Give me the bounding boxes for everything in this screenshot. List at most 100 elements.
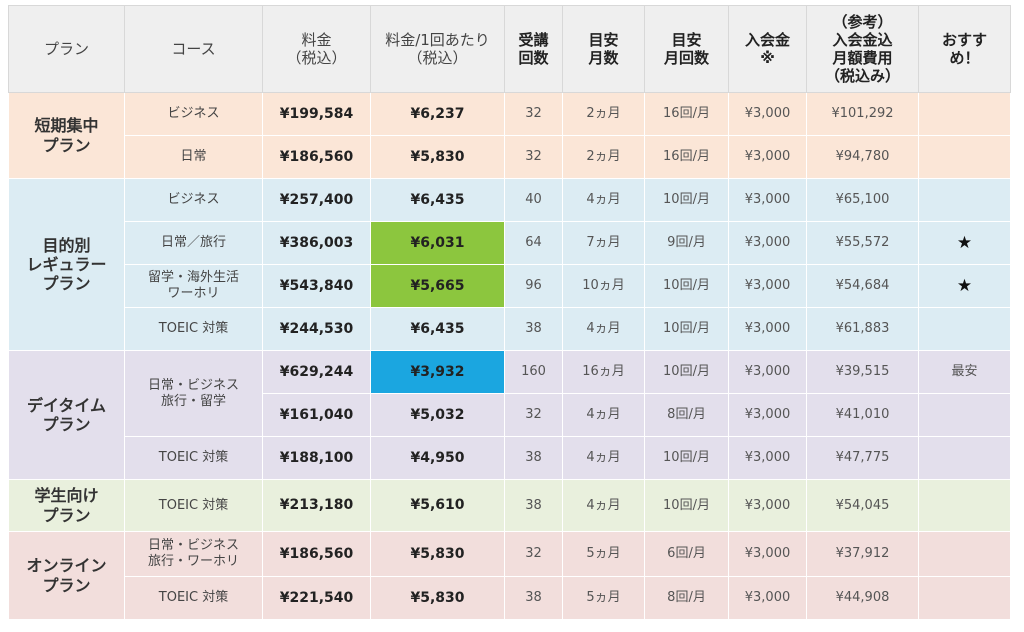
months-cell: 4ヵ月 bbox=[562, 307, 645, 351]
header-plan: プラン bbox=[8, 5, 125, 93]
fee-cell: ¥161,040 bbox=[262, 393, 371, 437]
plan-name-cell: 学生向け プラン bbox=[8, 479, 125, 532]
months-cell: 4ヵ月 bbox=[562, 479, 645, 532]
course-cell: TOEIC 対策 bbox=[124, 576, 263, 620]
monthly-times-cell: 8回/月 bbox=[644, 576, 729, 620]
admission-cell: ¥3,000 bbox=[728, 531, 807, 577]
fee-cell: ¥257,400 bbox=[262, 178, 371, 222]
recommend-cell bbox=[918, 393, 1011, 437]
table-row: TOEIC 対策 ¥188,100 ¥4,950 38 4ヵ月 10回/月 ¥3,000 ¥4… bbox=[9, 436, 1011, 480]
monthly-times-cell: 16回/月 bbox=[644, 135, 729, 179]
table-row: 短期集中 プラン ビジネス ¥199,584 ¥6,237 32 2ヵ月 16回/月 ¥3,00… bbox=[8, 92, 1011, 179]
fee-per-lesson-cell: ¥6,435 bbox=[370, 307, 505, 351]
recommend-cell bbox=[918, 135, 1011, 179]
header-months: 目安 月数 bbox=[562, 5, 645, 93]
course-cell: 留学・海外生活 ワーホリ bbox=[124, 264, 263, 308]
recommend-cell: 最安 bbox=[918, 350, 1011, 394]
monthly-ref-cell: ¥65,100 bbox=[806, 178, 919, 222]
monthly-ref-cell: ¥55,572 bbox=[806, 221, 919, 265]
fee-per-lesson-cell: ¥6,237 bbox=[370, 92, 505, 136]
months-cell: 10ヵ月 bbox=[562, 264, 645, 308]
table-row: TOEIC 対策 ¥244,530 ¥6,435 38 4ヵ月 10回/月 ¥3,000 ¥6… bbox=[9, 307, 1011, 351]
fee-cell: ¥188,100 bbox=[262, 436, 371, 480]
header-fee-per-lesson: 料金/1回あたり （税込） bbox=[370, 5, 505, 93]
course-cell: TOEIC 対策 bbox=[124, 307, 263, 351]
months-cell: 4ヵ月 bbox=[562, 436, 645, 480]
monthly-ref-cell: ¥61,883 bbox=[806, 307, 919, 351]
fee-cell: ¥213,180 bbox=[262, 479, 371, 532]
table-row: TOEIC 対策 ¥221,540 ¥5,830 38 5ヵ月 8回/月 ¥3,000 ¥44… bbox=[9, 576, 1011, 620]
monthly-times-cell: 10回/月 bbox=[644, 264, 729, 308]
recommend-star-icon: ★ bbox=[918, 264, 1011, 308]
header-admission: 入会金 ※ bbox=[728, 5, 807, 93]
recommend-cell bbox=[918, 479, 1011, 532]
months-cell: 5ヵ月 bbox=[562, 531, 645, 577]
lessons-cell: 40 bbox=[504, 178, 563, 222]
admission-cell: ¥3,000 bbox=[728, 393, 807, 437]
recommend-star-icon: ★ bbox=[918, 221, 1011, 265]
header-row: プラン コース 料金 （税込） 料金/1回あたり （税込） 受講 回数 目安 月数 目安… bbox=[8, 5, 1011, 93]
months-cell: 4ヵ月 bbox=[562, 178, 645, 222]
table-row: 学生向け プラン TOEIC 対策 ¥213,180 ¥5,610 38 4ヵ月 10回/月 ¥… bbox=[8, 479, 1011, 532]
lessons-cell: 160 bbox=[504, 350, 563, 394]
fee-cell: ¥221,540 bbox=[262, 576, 371, 620]
lessons-cell: 32 bbox=[504, 393, 563, 437]
table-row: 目的別 レギュラー プラン ビジネス ¥257,400 ¥6,435 40 4ヵ月 10回/月 ¥… bbox=[8, 178, 1011, 351]
header-recommend: おすす め！ bbox=[918, 5, 1011, 93]
fee-per-lesson-cell: ¥5,032 bbox=[370, 393, 505, 437]
price-table: プラン コース 料金 （税込） 料金/1回あたり （税込） 受講 回数 目安 月数 目安… bbox=[8, 5, 1011, 620]
fee-cell: ¥186,560 bbox=[262, 531, 371, 577]
admission-cell: ¥3,000 bbox=[728, 479, 807, 532]
lessons-cell: 64 bbox=[504, 221, 563, 265]
lessons-cell: 38 bbox=[504, 576, 563, 620]
monthly-ref-cell: ¥39,515 bbox=[806, 350, 919, 394]
admission-cell: ¥3,000 bbox=[728, 436, 807, 480]
fee-per-lesson-cell: ¥5,830 bbox=[370, 531, 505, 577]
fee-cell: ¥543,840 bbox=[262, 264, 371, 308]
header-monthly-times: 目安 月回数 bbox=[644, 5, 729, 93]
monthly-ref-cell: ¥47,775 bbox=[806, 436, 919, 480]
admission-cell: ¥3,000 bbox=[728, 576, 807, 620]
monthly-ref-cell: ¥37,912 bbox=[806, 531, 919, 577]
monthly-times-cell: 9回/月 bbox=[644, 221, 729, 265]
months-cell: 4ヵ月 bbox=[562, 393, 645, 437]
monthly-ref-cell: ¥44,908 bbox=[806, 576, 919, 620]
table-row: 日常 ¥186,560 ¥5,830 32 2ヵ月 16回/月 ¥3,000 ¥94,780 bbox=[9, 135, 1011, 179]
monthly-times-cell: 10回/月 bbox=[644, 479, 729, 532]
monthly-times-cell: 10回/月 bbox=[644, 350, 729, 394]
recommend-cell bbox=[918, 436, 1011, 480]
fee-per-lesson-cell: ¥6,031 bbox=[370, 221, 505, 265]
lessons-cell: 32 bbox=[504, 531, 563, 577]
monthly-ref-cell: ¥41,010 bbox=[806, 393, 919, 437]
fee-per-lesson-cell: ¥4,950 bbox=[370, 436, 505, 480]
recommend-cell bbox=[918, 531, 1011, 577]
lessons-cell: 38 bbox=[504, 479, 563, 532]
lessons-cell: 32 bbox=[504, 135, 563, 179]
recommend-cell bbox=[918, 178, 1011, 222]
months-cell: 2ヵ月 bbox=[562, 135, 645, 179]
admission-cell: ¥3,000 bbox=[728, 92, 807, 136]
lessons-cell: 38 bbox=[504, 307, 563, 351]
months-cell: 7ヵ月 bbox=[562, 221, 645, 265]
course-cell: TOEIC 対策 bbox=[124, 479, 263, 532]
header-monthly-ref: （参考） 入会金込 月額費用 （税込み） bbox=[806, 5, 919, 93]
plan-name-cell: オンライン プラン bbox=[8, 531, 125, 620]
admission-cell: ¥3,000 bbox=[728, 135, 807, 179]
table-row: 留学・海外生活 ワーホリ ¥543,840 ¥5,665 96 10ヵ月 10回/月 ¥3,0… bbox=[9, 264, 1011, 308]
monthly-times-cell: 6回/月 bbox=[644, 531, 729, 577]
recommend-cell bbox=[918, 307, 1011, 351]
table-row: デイタイム プラン 日常・ビジネス 旅行・留学 ¥629,244 ¥3,932 160 16ヵ… bbox=[8, 350, 1011, 480]
lessons-cell: 38 bbox=[504, 436, 563, 480]
course-cell: TOEIC 対策 bbox=[124, 436, 263, 480]
fee-per-lesson-cell: ¥5,610 bbox=[370, 479, 505, 532]
monthly-ref-cell: ¥101,292 bbox=[806, 92, 919, 136]
course-cell: 日常 bbox=[124, 135, 263, 179]
lessons-cell: 32 bbox=[504, 92, 563, 136]
course-cell: ビジネス bbox=[124, 178, 263, 222]
fee-per-lesson-cell: ¥5,830 bbox=[370, 576, 505, 620]
plan-name-cell: デイタイム プラン bbox=[8, 350, 125, 480]
fee-per-lesson-cell: ¥5,830 bbox=[370, 135, 505, 179]
monthly-times-cell: 10回/月 bbox=[644, 178, 729, 222]
plan-name-cell: 短期集中 プラン bbox=[8, 92, 125, 179]
fee-per-lesson-cell: ¥3,932 bbox=[370, 350, 505, 394]
